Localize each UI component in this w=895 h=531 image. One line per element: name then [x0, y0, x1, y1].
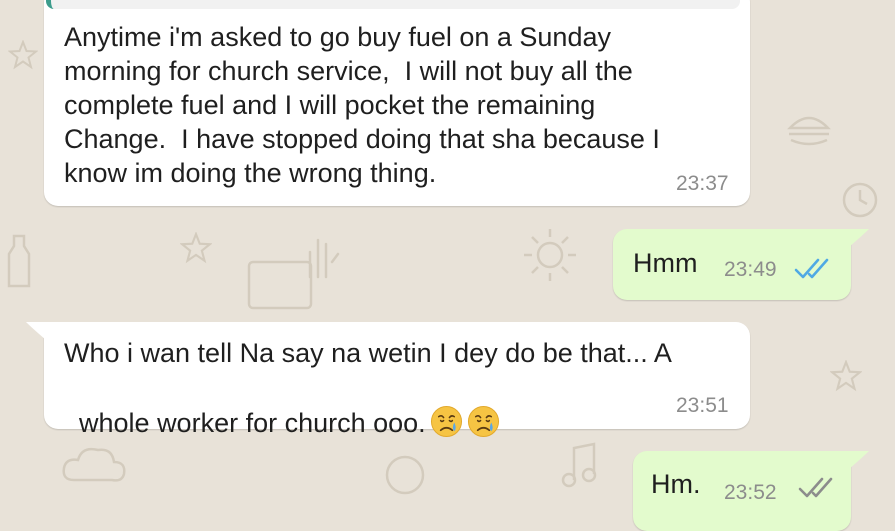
doodle-star-icon [8, 40, 38, 70]
bubble-tail-icon [849, 229, 869, 247]
message-timestamp: 23:37 [676, 172, 729, 195]
message-text-line: Anytime i'm asked to go buy fuel on a Su… [64, 22, 611, 52]
message-text-line: know im doing the wrong thing. [64, 158, 437, 188]
message-text: whole worker for church ooo. [79, 407, 426, 438]
doodle-frame-icon [247, 260, 313, 310]
message-text-line: complete fuel and I will pocket the rema… [64, 90, 596, 120]
bubble-tail-icon [26, 322, 46, 340]
double-check-icon [794, 258, 829, 279]
doodle-clock-icon [842, 182, 878, 218]
message-timestamp: 23:49 [724, 258, 777, 281]
message-timestamp: 23:52 [724, 481, 777, 504]
crying-face-emoji-icon [467, 405, 499, 437]
message-text: Hm. [651, 469, 701, 499]
doodle-note-icon [561, 442, 597, 488]
doodle-bottle-icon [7, 234, 31, 288]
doodle-cloud-icon [62, 447, 126, 482]
doodle-burger-icon [787, 116, 831, 146]
doodle-circle-icon [385, 455, 425, 495]
message-text: Hmm [633, 248, 698, 278]
doodle-star-icon [180, 232, 212, 264]
crying-face-emoji-icon [430, 405, 462, 437]
bubble-tail-icon [849, 451, 869, 469]
double-check-icon [798, 477, 833, 498]
message-text-line: morning for church service, I will not b… [64, 56, 633, 86]
message-text-line: Who i wan tell Na say na wetin I dey do … [64, 338, 672, 368]
message-text-line: whole worker for church ooo. [64, 373, 500, 439]
doodle-sun-icon [524, 229, 576, 281]
quoted-message-preview[interactable] [46, 0, 740, 9]
message-text-line: Change. I have stopped doing that sha be… [64, 124, 660, 154]
doodle-star-icon [830, 360, 862, 392]
message-timestamp: 23:51 [676, 394, 729, 417]
